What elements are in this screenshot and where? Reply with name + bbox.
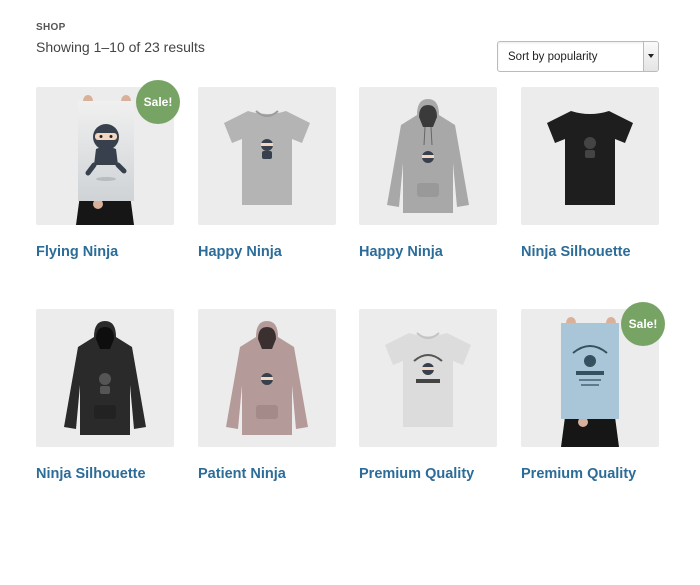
tshirt-icon [547,111,633,205]
product-card[interactable]: Premium Quality [359,309,497,482]
breadcrumb[interactable]: SHOP [36,22,66,33]
product-image[interactable] [521,87,659,225]
product-title[interactable]: Ninja Silhouette [36,466,146,482]
chevron-down-icon [643,42,658,71]
product-image[interactable] [198,87,336,225]
product-title[interactable]: Premium Quality [521,466,636,482]
product-image[interactable] [36,309,174,447]
product-card[interactable]: Sale! Flying Ninja [36,80,180,260]
product-title[interactable]: Patient Ninja [198,466,286,482]
hoodie-icon [226,321,308,435]
hoodie-icon [387,99,469,213]
product-card[interactable]: Patient Ninja [198,309,336,482]
product-image[interactable] [359,309,497,447]
sale-badge: Sale! [136,80,180,124]
sort-selected-value: Sort by popularity [508,51,598,63]
product-title[interactable]: Premium Quality [359,466,474,482]
product-card[interactable]: Ninja Silhouette [36,309,174,482]
product-title[interactable]: Happy Ninja [198,244,282,260]
result-count: Showing 1–10 of 23 results [36,39,205,55]
product-title[interactable]: Flying Ninja [36,244,118,260]
sort-select[interactable]: Sort by popularity [497,41,659,72]
tshirt-icon [224,110,310,205]
hoodie-icon [64,321,146,435]
product-title[interactable]: Ninja Silhouette [521,244,631,260]
product-image[interactable] [359,87,497,225]
tshirt-icon [385,332,471,427]
product-card[interactable]: Happy Ninja [359,87,497,260]
product-title[interactable]: Happy Ninja [359,244,443,260]
product-card[interactable]: Sale! Premium Quality [521,302,665,482]
product-card[interactable]: Ninja Silhouette [521,87,659,260]
sale-badge: Sale! [621,302,665,346]
product-card[interactable]: Happy Ninja [198,87,336,260]
product-image[interactable] [198,309,336,447]
